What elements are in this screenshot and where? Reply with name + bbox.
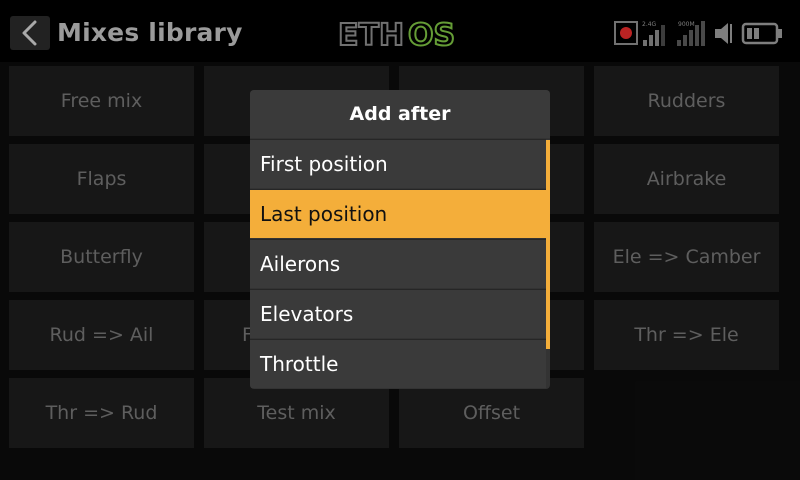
mix-rudders[interactable]: Rudders xyxy=(594,66,779,136)
mix-free-mix[interactable]: Free mix xyxy=(9,66,194,136)
option-elevators[interactable]: Elevators xyxy=(250,289,546,338)
chevron-left-icon xyxy=(22,20,37,46)
dialog-scrollbar[interactable] xyxy=(546,140,550,349)
mix-rud-ail[interactable]: Rud => Ail xyxy=(9,300,194,370)
signal-2-4g-icon xyxy=(643,25,665,46)
mix-ele-camber[interactable]: Ele => Camber xyxy=(594,222,779,292)
option-ailerons[interactable]: Ailerons xyxy=(250,239,546,288)
battery-icon xyxy=(741,22,782,45)
record-icon xyxy=(614,21,638,45)
svg-text:ETH: ETH xyxy=(338,18,404,53)
option-first-position[interactable]: First position xyxy=(250,139,546,188)
add-after-dialog: Add after First position Last position A… xyxy=(250,90,550,389)
page-title: Mixes library xyxy=(57,18,243,47)
status-area: 2.4G 900M xyxy=(614,21,782,46)
top-bar: Mixes library ETH OS 2.4G 900M xyxy=(0,0,800,62)
speaker-icon xyxy=(715,23,732,44)
option-last-position[interactable]: Last position xyxy=(250,189,546,238)
signal-2-4g-label: 2.4G xyxy=(642,21,657,28)
mix-thr-ele[interactable]: Thr => Ele xyxy=(594,300,779,370)
svg-text:OS: OS xyxy=(408,18,455,53)
mix-butterfly[interactable]: Butterfly xyxy=(9,222,194,292)
mix-thr-rud[interactable]: Thr => Rud xyxy=(9,378,194,448)
mix-flaps[interactable]: Flaps xyxy=(9,144,194,214)
dialog-title: Add after xyxy=(250,90,550,138)
back-button[interactable] xyxy=(10,16,50,50)
ethos-logo: ETH OS xyxy=(338,17,456,54)
signal-900m-label: 900M xyxy=(678,21,695,28)
mix-airbrake[interactable]: Airbrake xyxy=(594,144,779,214)
option-throttle[interactable]: Throttle xyxy=(250,339,546,388)
